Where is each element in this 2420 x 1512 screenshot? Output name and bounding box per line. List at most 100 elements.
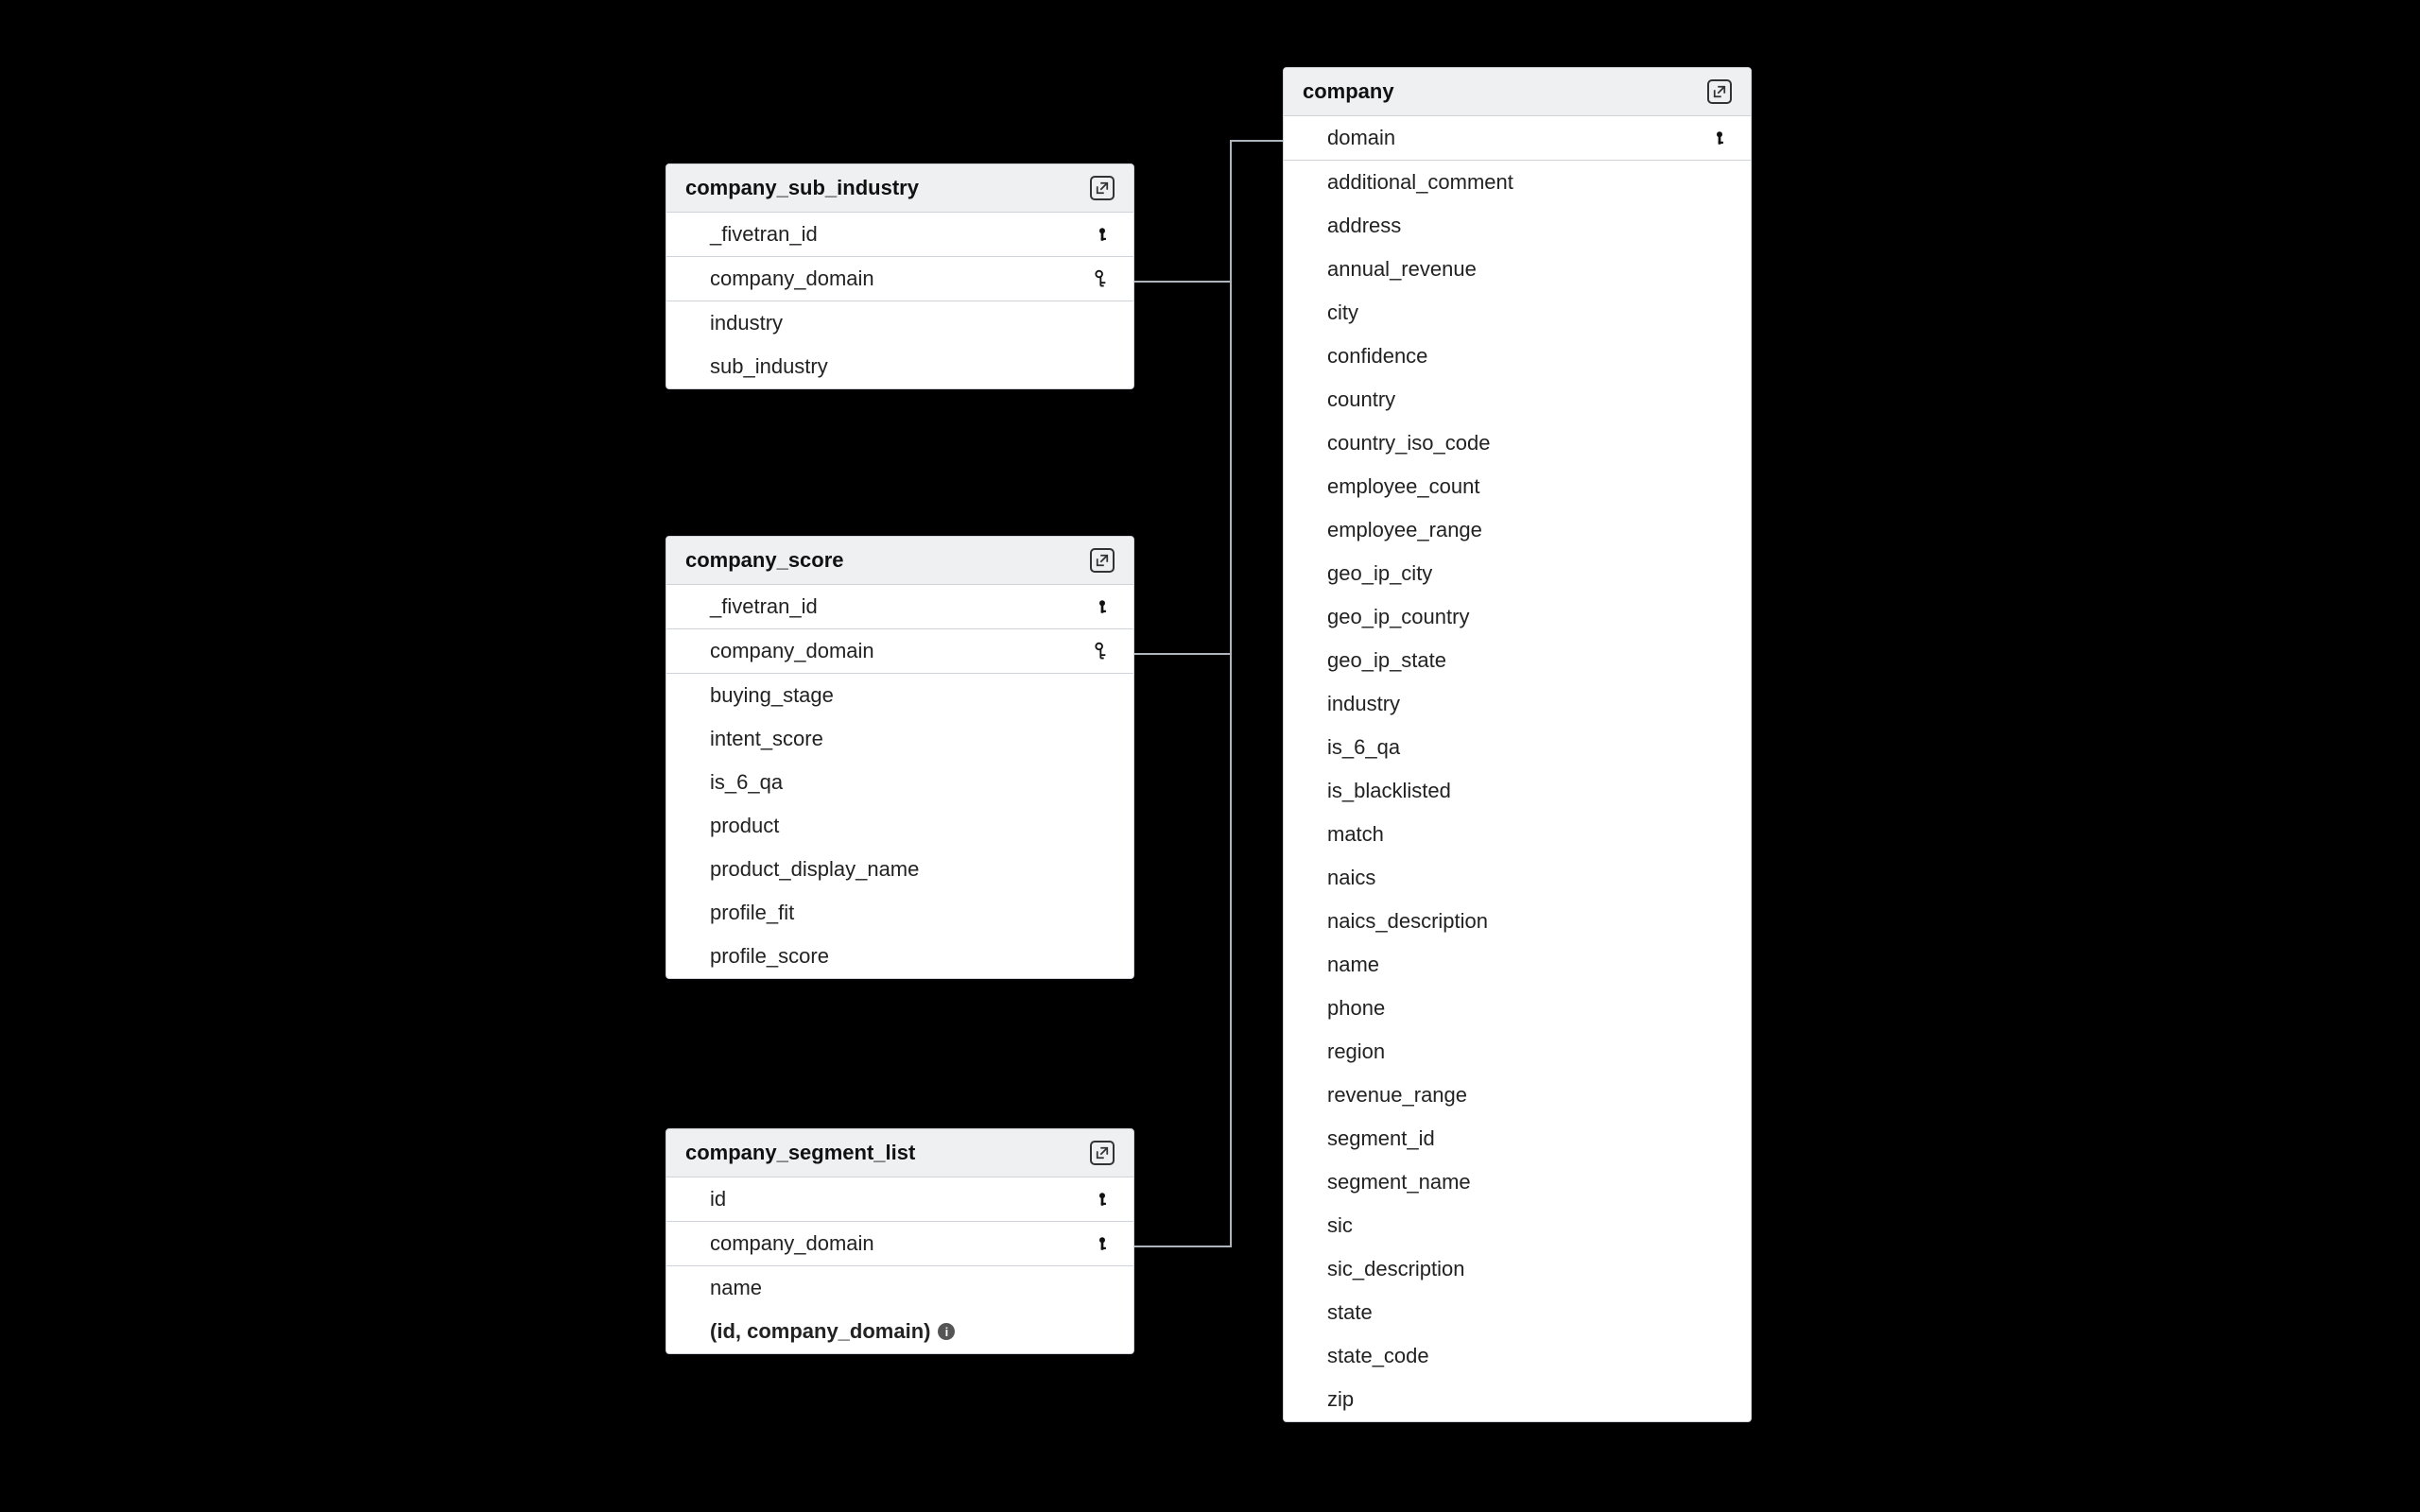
field-row: address <box>1284 204 1751 248</box>
primary-key-icon <box>1090 226 1115 243</box>
field-name: sub_industry <box>710 354 828 379</box>
field-name: annual_revenue <box>1327 257 1477 282</box>
field-row: company_domain <box>666 1222 1133 1266</box>
field-name: phone <box>1327 996 1385 1021</box>
table-header: company_segment_list <box>666 1129 1133 1177</box>
field-row: country <box>1284 378 1751 421</box>
field-row: _fivetran_id <box>666 213 1133 257</box>
primary-key-icon <box>1707 129 1732 146</box>
field-row: name <box>666 1266 1133 1310</box>
field-row: product <box>666 804 1133 848</box>
field-name: country <box>1327 387 1395 412</box>
field-row: is_blacklisted <box>1284 769 1751 813</box>
field-name: geo_ip_country <box>1327 605 1469 629</box>
field-row: naics <box>1284 856 1751 900</box>
field-name: company_domain <box>710 639 874 663</box>
field-name: address <box>1327 214 1401 238</box>
field-row: profile_fit <box>666 891 1133 935</box>
field-row: city <box>1284 291 1751 335</box>
field-row: sic_description <box>1284 1247 1751 1291</box>
table-company-score[interactable]: company_score _fivetran_id company_domai… <box>666 536 1134 979</box>
field-row: annual_revenue <box>1284 248 1751 291</box>
field-row: product_display_name <box>666 848 1133 891</box>
field-row: id <box>666 1177 1133 1222</box>
field-row: sub_industry <box>666 345 1133 388</box>
field-row: additional_comment <box>1284 161 1751 204</box>
field-row: company_domain <box>666 629 1133 674</box>
field-row: country_iso_code <box>1284 421 1751 465</box>
field-row: match <box>1284 813 1751 856</box>
field-name: company_domain <box>710 266 874 291</box>
table-title: company_score <box>685 548 844 573</box>
field-name: intent_score <box>710 727 823 751</box>
field-name: profile_fit <box>710 901 794 925</box>
field-name: product_display_name <box>710 857 919 882</box>
info-icon[interactable]: i <box>938 1323 955 1340</box>
field-row: is_6_qa <box>666 761 1133 804</box>
table-company-segment-list[interactable]: company_segment_list id company_domain n… <box>666 1128 1134 1354</box>
field-row: state <box>1284 1291 1751 1334</box>
field-row: employee_range <box>1284 508 1751 552</box>
field-name: is_6_qa <box>710 770 783 795</box>
field-row: company_domain <box>666 257 1133 301</box>
field-name: city <box>1327 301 1358 325</box>
table-company-sub-industry[interactable]: company_sub_industry _fivetran_id compan… <box>666 163 1134 389</box>
field-name: naics <box>1327 866 1375 890</box>
field-name: is_6_qa <box>1327 735 1400 760</box>
field-row: buying_stage <box>666 674 1133 717</box>
relationship-lines <box>0 0 2420 1512</box>
field-row: revenue_range <box>1284 1074 1751 1117</box>
table-header: company_sub_industry <box>666 164 1133 213</box>
external-link-icon[interactable] <box>1090 176 1115 200</box>
field-name: product <box>710 814 779 838</box>
field-row: segment_id <box>1284 1117 1751 1160</box>
field-name: sic <box>1327 1213 1353 1238</box>
primary-key-icon <box>1090 1191 1115 1208</box>
field-name: id <box>710 1187 726 1211</box>
external-link-icon[interactable] <box>1090 548 1115 573</box>
composite-key-label: (id, company_domain) <box>710 1319 930 1344</box>
field-name: _fivetran_id <box>710 594 818 619</box>
field-name: employee_range <box>1327 518 1482 542</box>
erd-canvas: company_sub_industry _fivetran_id compan… <box>0 0 2420 1512</box>
field-row: phone <box>1284 987 1751 1030</box>
field-name: additional_comment <box>1327 170 1513 195</box>
external-link-icon[interactable] <box>1707 79 1732 104</box>
table-company[interactable]: company domain additional_comment addres… <box>1283 67 1752 1422</box>
table-title: company_sub_industry <box>685 176 919 200</box>
table-header: company <box>1284 68 1751 116</box>
field-name: domain <box>1327 126 1395 150</box>
field-name: name <box>1327 953 1379 977</box>
field-row: intent_score <box>666 717 1133 761</box>
field-name: is_blacklisted <box>1327 779 1451 803</box>
field-name: segment_id <box>1327 1126 1435 1151</box>
composite-key-row: (id, company_domain) i <box>666 1310 1133 1353</box>
field-row: employee_count <box>1284 465 1751 508</box>
field-name: geo_ip_state <box>1327 648 1446 673</box>
field-row: _fivetran_id <box>666 585 1133 629</box>
field-name: segment_name <box>1327 1170 1471 1194</box>
field-name: match <box>1327 822 1384 847</box>
table-title: company_segment_list <box>685 1141 915 1165</box>
field-name: buying_stage <box>710 683 834 708</box>
field-name: revenue_range <box>1327 1083 1467 1108</box>
field-name: employee_count <box>1327 474 1479 499</box>
field-row: sic <box>1284 1204 1751 1247</box>
field-name: name <box>710 1276 762 1300</box>
field-name: country_iso_code <box>1327 431 1490 455</box>
field-name: _fivetran_id <box>710 222 818 247</box>
field-row: geo_ip_city <box>1284 552 1751 595</box>
primary-key-icon <box>1090 1235 1115 1252</box>
foreign-key-icon <box>1090 269 1115 288</box>
field-row: is_6_qa <box>1284 726 1751 769</box>
field-name: state <box>1327 1300 1373 1325</box>
field-name: company_domain <box>710 1231 874 1256</box>
field-name: industry <box>710 311 783 335</box>
foreign-key-icon <box>1090 642 1115 661</box>
field-row: name <box>1284 943 1751 987</box>
field-row: region <box>1284 1030 1751 1074</box>
external-link-icon[interactable] <box>1090 1141 1115 1165</box>
field-row: naics_description <box>1284 900 1751 943</box>
field-name: naics_description <box>1327 909 1488 934</box>
primary-key-icon <box>1090 598 1115 615</box>
